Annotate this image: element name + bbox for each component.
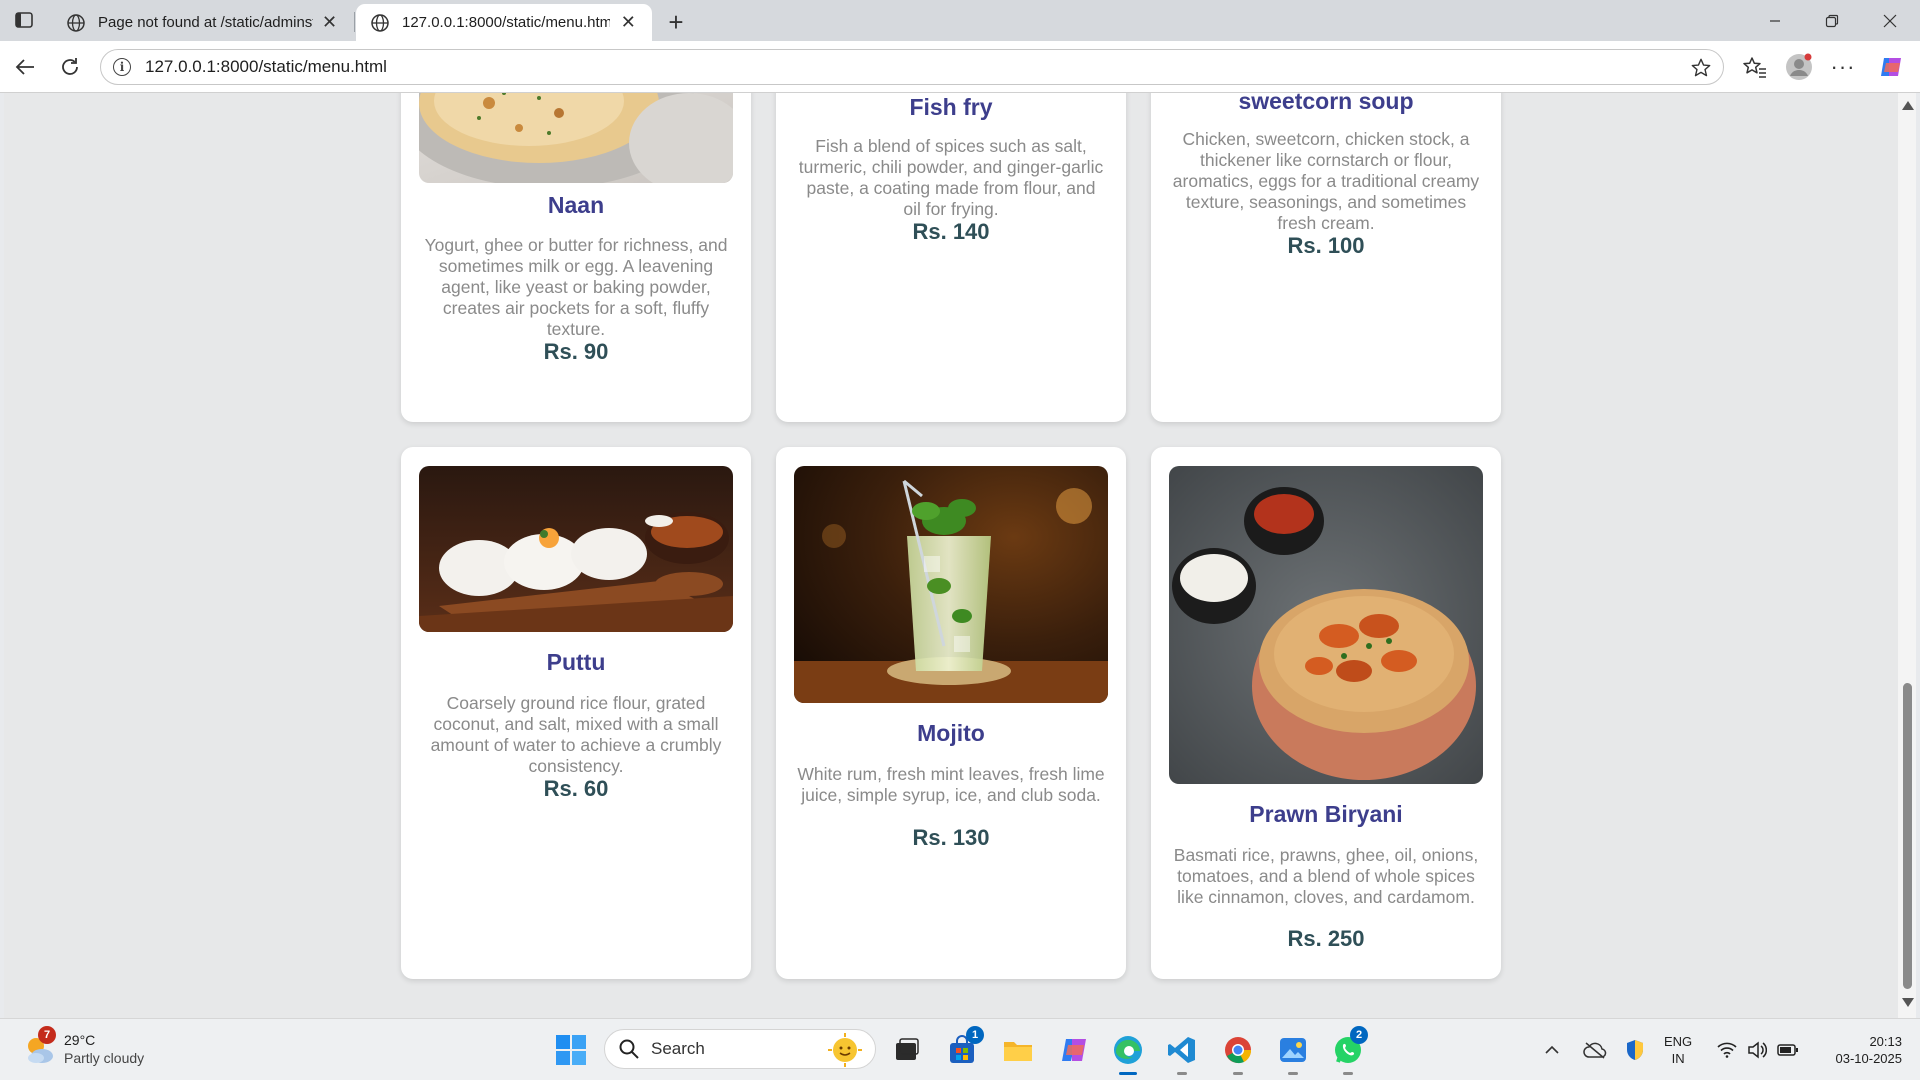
close-tab-icon[interactable]: ✕ xyxy=(618,12,638,33)
address-url: 127.0.0.1:8000/static/menu.html xyxy=(145,57,387,76)
mojito-image xyxy=(794,466,1108,703)
menu-card-fish-fry: Fish fry Fish a blend of spices such as … xyxy=(776,93,1126,422)
naan-image xyxy=(419,93,733,183)
clock-time: 20:13 xyxy=(1869,1034,1902,1049)
tab-separator xyxy=(354,12,355,32)
running-indicator xyxy=(1233,1072,1243,1075)
running-indicator xyxy=(1288,1072,1298,1075)
menu-item-description: Coarsely ground rice flour, grated cocon… xyxy=(430,693,722,776)
favorite-star-icon[interactable] xyxy=(1689,56,1713,80)
favorites-icon[interactable] xyxy=(1740,52,1770,82)
start-button[interactable] xyxy=(555,1034,587,1066)
menu-card-prawn-biryani: Prawn Biryani Basmati rice, prawns, ghee… xyxy=(1151,447,1501,979)
menu-item-name: Fish fry xyxy=(909,94,993,120)
google-chrome-icon[interactable] xyxy=(1220,1032,1256,1075)
address-bar[interactable]: i 127.0.0.1:8000/static/menu.html xyxy=(100,49,1724,85)
more-options-icon[interactable]: ··· xyxy=(1828,52,1858,82)
menu-item-price: Rs. 250 xyxy=(1287,926,1365,951)
running-indicator xyxy=(1343,1072,1353,1075)
weather-temperature: 29°C xyxy=(64,1032,96,1048)
whatsapp-notification-badge: 2 xyxy=(1350,1026,1368,1044)
tab-bar: Page not found at /static/adminstration … xyxy=(0,0,1920,41)
search-highlight-sun-icon xyxy=(828,1033,862,1067)
store-notification-badge: 1 xyxy=(966,1026,984,1044)
menu-card-naan: Naan Yogurt, ghee or butter for richness… xyxy=(401,93,751,422)
weather-widget[interactable]: 7 29°C Partly cloudy xyxy=(22,1026,145,1067)
close-window-button[interactable] xyxy=(1862,0,1918,41)
vscode-icon[interactable] xyxy=(1164,1032,1200,1075)
menu-item-price: Rs. 90 xyxy=(543,339,609,364)
back-button[interactable] xyxy=(10,52,40,82)
wifi-icon[interactable] xyxy=(1713,1019,1741,1080)
menu-item-price: Rs. 130 xyxy=(912,825,990,850)
tab-actions-icon[interactable] xyxy=(12,9,36,31)
language-indicator[interactable]: ENG IN xyxy=(1664,1033,1692,1067)
menu-item-price: Rs. 100 xyxy=(1287,233,1365,258)
show-hidden-icons-chevron-icon[interactable] xyxy=(1540,1019,1564,1080)
menu-item-description: Basmati rice, prawns, ghee, oil, onions,… xyxy=(1173,845,1479,907)
menu-card-chicken-sweetcorn-soup: Chicken and sweetcorn soup Chicken, swee… xyxy=(1151,93,1501,422)
menu-item-name: Naan xyxy=(547,192,605,218)
whatsapp-icon[interactable]: 2 xyxy=(1330,1026,1368,1075)
partly-cloudy-icon: 7 xyxy=(22,1026,56,1066)
globe-icon xyxy=(371,13,389,32)
menu-item-description: White rum, fresh mint leaves, fresh lime… xyxy=(797,764,1105,805)
microsoft-edge-icon[interactable] xyxy=(1110,1032,1146,1075)
scroll-down-arrow-icon[interactable] xyxy=(1902,998,1914,1007)
tab-page-not-found[interactable]: Page not found at /static/adminstration … xyxy=(52,4,352,41)
scroll-thumb[interactable] xyxy=(1903,683,1912,989)
tab-title: Page not found at /static/adminstration xyxy=(98,14,314,31)
browser-toolbar: i 127.0.0.1:8000/static/menu.html ··· xyxy=(0,41,1920,93)
prawn-biryani-image xyxy=(1169,466,1483,784)
windows-taskbar: 7 29°C Partly cloudy Search 1 2 ENG IN 2… xyxy=(0,1018,1920,1080)
taskbar-search[interactable]: Search xyxy=(604,1029,876,1069)
menu-card-mojito: Mojito White rum, fresh mint leaves, fre… xyxy=(776,447,1126,979)
photos-app-icon[interactable] xyxy=(1275,1032,1311,1075)
puttu-image xyxy=(419,466,733,632)
tab-title: 127.0.0.1:8000/static/menu.html xyxy=(402,14,611,31)
copilot-app-icon[interactable] xyxy=(1056,1032,1092,1068)
search-label: Search xyxy=(651,1039,705,1058)
running-indicator xyxy=(1177,1072,1187,1075)
system-clock[interactable]: 20:13 03-10-2025 xyxy=(1812,1033,1903,1067)
weather-alert-badge: 7 xyxy=(38,1026,56,1044)
menu-item-name: Mojito xyxy=(917,720,985,746)
menu-item-description: Yogurt, ghee or butter for richness, and… xyxy=(424,235,728,339)
task-view-icon[interactable] xyxy=(888,1032,924,1068)
menu-item-name: Puttu xyxy=(546,649,606,675)
new-tab-button[interactable]: + xyxy=(662,7,690,37)
menu-item-price: Rs. 140 xyxy=(912,219,990,244)
onedrive-offline-icon[interactable] xyxy=(1580,1019,1610,1080)
globe-icon xyxy=(67,13,85,32)
region-code: IN xyxy=(1671,1051,1685,1066)
menu-item-description: Chicken, sweetcorn, chicken stock, a thi… xyxy=(1172,129,1480,233)
restore-button[interactable] xyxy=(1804,0,1860,41)
site-info-icon[interactable]: i xyxy=(113,58,131,76)
weather-condition: Partly cloudy xyxy=(64,1050,145,1066)
page-viewport: Naan Yogurt, ghee or butter for richness… xyxy=(4,93,1898,1018)
volume-icon[interactable] xyxy=(1743,1019,1771,1080)
microsoft-store-icon[interactable]: 1 xyxy=(944,1026,984,1068)
copilot-icon[interactable] xyxy=(1876,52,1906,82)
menu-item-name: Chicken and sweetcorn soup xyxy=(1238,93,1414,114)
running-indicator xyxy=(1119,1072,1137,1075)
page-scrollbar[interactable] xyxy=(1898,93,1916,1018)
battery-icon[interactable] xyxy=(1773,1019,1803,1080)
security-shield-icon[interactable] xyxy=(1620,1019,1650,1080)
file-explorer-icon[interactable] xyxy=(1000,1032,1036,1068)
profile-avatar-icon[interactable] xyxy=(1784,52,1814,82)
menu-item-name: Prawn Biryani xyxy=(1249,801,1403,827)
scroll-up-arrow-icon[interactable] xyxy=(1902,101,1914,110)
reload-button[interactable] xyxy=(55,52,85,82)
clock-date: 03-10-2025 xyxy=(1835,1051,1903,1066)
search-icon xyxy=(619,1039,639,1059)
tab-menu-html[interactable]: 127.0.0.1:8000/static/menu.html ✕ xyxy=(356,4,652,41)
minimize-button[interactable] xyxy=(1747,0,1803,41)
language-code: ENG xyxy=(1664,1034,1693,1049)
menu-item-price: Rs. 60 xyxy=(543,776,609,801)
menu-item-description: Fish a blend of spices such as salt, tur… xyxy=(798,136,1104,219)
close-tab-icon[interactable]: ✕ xyxy=(321,12,338,33)
menu-card-puttu: Puttu Coarsely ground rice flour, grated… xyxy=(401,447,751,979)
